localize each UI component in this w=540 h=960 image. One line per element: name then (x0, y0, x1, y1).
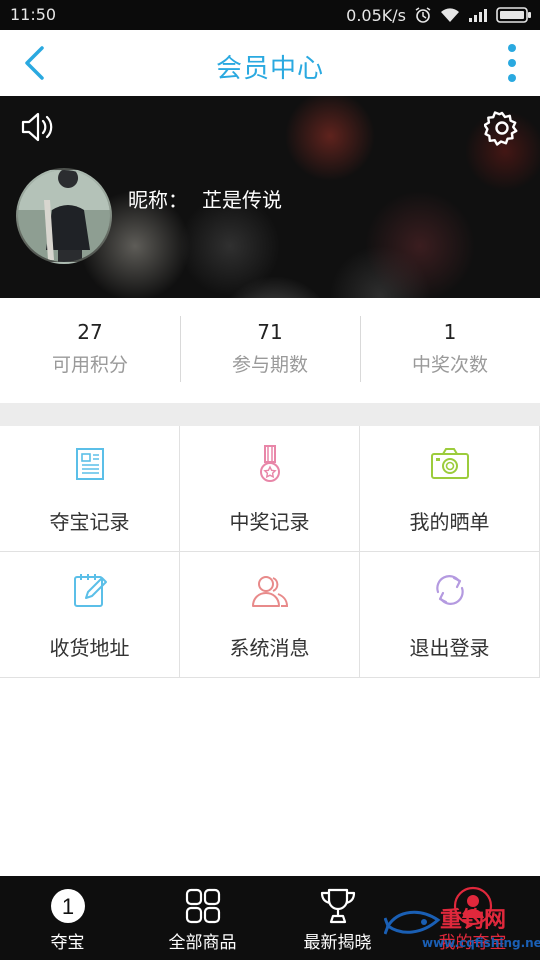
menu-item-my-shares[interactable]: 我的晒单 (360, 426, 540, 552)
nav-label: 夺宝 (50, 933, 85, 953)
nav-tab-treasure[interactable]: 1 夺宝 (0, 876, 135, 960)
user-icon (453, 886, 492, 926)
medal-icon (259, 445, 280, 482)
speaker-icon (21, 112, 53, 142)
page-title: 会员中心 (215, 54, 324, 84)
signal-icon (469, 9, 487, 22)
menu-item-system-messages[interactable]: 系统消息 (180, 552, 360, 678)
nav-label: 最新揭晓 (303, 933, 372, 953)
nickname-label: 昵称： (128, 188, 188, 212)
stats-row: 27 可用积分 71 参与期数 1 中奖次数 (0, 298, 540, 403)
status-icons: 0.05K/s (346, 3, 532, 27)
nav-tab-all-products[interactable]: 全部商品 (135, 876, 270, 960)
refresh-icon (435, 575, 464, 605)
nickname: 昵称： 芷是传说 (128, 184, 282, 213)
nav-label: 全部商品 (168, 933, 237, 953)
camera-icon (430, 448, 469, 479)
sound-button[interactable] (20, 110, 56, 144)
stat-label: 参与期数 (231, 354, 308, 376)
nav-tab-my-treasure[interactable]: 我的夺宝 (405, 876, 540, 960)
menu-item-label: 中奖记录 (229, 510, 310, 534)
section-divider (0, 403, 540, 426)
title-bar: 会员中心 (0, 30, 540, 96)
stat-periods[interactable]: 71 参与期数 (180, 298, 360, 403)
trophy-icon (320, 888, 355, 924)
battery-icon (496, 7, 531, 23)
gear-icon (483, 111, 518, 146)
stat-points[interactable]: 27 可用积分 (0, 298, 180, 403)
nav-label: 我的夺宝 (438, 933, 507, 953)
avatar-photo (18, 170, 110, 262)
nav-badge-text: 1 (61, 894, 73, 919)
grid-icon (185, 888, 220, 924)
menu-grid: 夺宝记录 中奖记录 我的晒单 收货地址 系统消息 退出登录 (0, 426, 540, 678)
menu-item-label: 收货地址 (49, 636, 130, 660)
status-time: 11:50 (10, 5, 57, 24)
menu-item-treasure-records[interactable]: 夺宝记录 (0, 426, 180, 552)
menu-item-logout[interactable]: 退出登录 (360, 552, 540, 678)
nav-tab-latest-results[interactable]: 最新揭晓 (270, 876, 405, 960)
settings-button[interactable] (483, 110, 520, 146)
stat-label: 可用积分 (51, 354, 128, 376)
menu-item-label: 退出登录 (409, 636, 490, 660)
alarm-icon (415, 7, 431, 23)
number-one-icon: 1 (50, 889, 85, 923)
menu-item-label: 系统消息 (229, 636, 310, 660)
nickname-value: 芷是传说 (202, 188, 282, 212)
document-icon (75, 448, 104, 480)
profile-header: 昵称： 芷是传说 (0, 96, 540, 298)
bottom-nav: 1 夺宝 全部商品 最新揭晓 我的夺宝 (0, 876, 540, 960)
status-bar: 11:50 0.05K/s (0, 0, 540, 30)
users-icon (251, 576, 288, 607)
more-menu-button[interactable] (498, 42, 526, 84)
notebook-pencil-icon (73, 574, 107, 607)
menu-item-label: 夺宝记录 (49, 510, 130, 534)
menu-item-shipping-address[interactable]: 收货地址 (0, 552, 180, 678)
avatar[interactable] (16, 168, 112, 264)
menu-item-win-records[interactable]: 中奖记录 (180, 426, 360, 552)
more-vertical-icon (508, 44, 516, 82)
menu-item-label: 我的晒单 (409, 510, 490, 534)
stat-value: 71 (257, 320, 283, 344)
stat-value: 1 (443, 320, 457, 344)
network-speed: 0.05K/s (346, 5, 406, 25)
stat-label: 中奖次数 (411, 354, 488, 376)
stat-wins[interactable]: 1 中奖次数 (360, 298, 540, 403)
stat-value: 27 (77, 320, 103, 344)
wifi-icon (441, 8, 459, 22)
